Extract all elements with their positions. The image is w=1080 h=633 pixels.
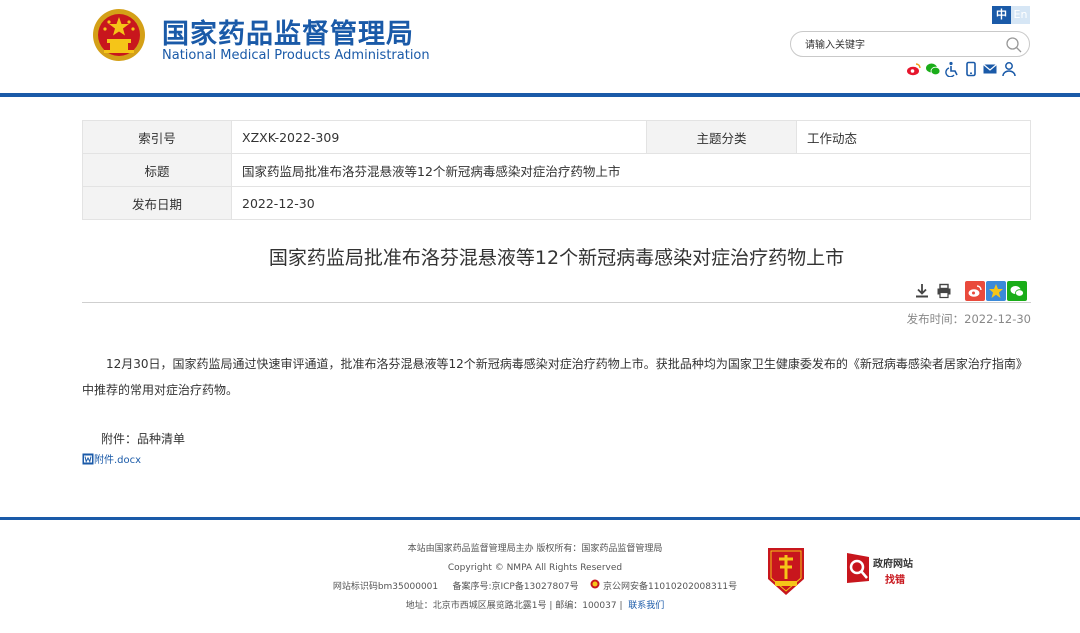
- social-toolbar: [906, 61, 1017, 77]
- wechat-icon[interactable]: [925, 61, 941, 77]
- index-value: XZXK-2022-309: [230, 120, 648, 154]
- user-icon[interactable]: [1001, 61, 1017, 77]
- gov-badge-sub: 找错: [885, 575, 905, 586]
- lang-en-button[interactable]: En: [1011, 6, 1030, 24]
- article-body: 12月30日，国家药监局通过快速审评通道，批准布洛芬混悬液等12个新冠病毒感染对…: [82, 357, 1028, 397]
- header-divider: [0, 93, 1080, 97]
- site-header: 国家药品监督管理局 National Medical Products Admi…: [0, 0, 1080, 93]
- site-title-en[interactable]: National Medical Products Administration: [162, 48, 430, 63]
- gov-badge-title: 政府网站: [873, 559, 913, 570]
- attachment-label: 附件：品种清单: [101, 432, 186, 446]
- national-emblem-icon: [93, 9, 145, 61]
- table-row: 标题 国家药监局批准布洛芬混悬液等12个新冠病毒感染对症治疗药物上市: [82, 153, 1031, 187]
- magnifier-icon: [847, 553, 869, 583]
- footer-address-line: 地址：北京市西城区展览路北露1号 | 邮编：100037 | 联系我们: [300, 597, 770, 616]
- table-row: 索引号 XZXK-2022-309 主题分类 工作动态: [82, 120, 1031, 154]
- share-wechat-icon[interactable]: [1007, 281, 1027, 301]
- topic-value: 工作动态: [796, 120, 1031, 154]
- search-icon[interactable]: [1005, 36, 1023, 54]
- weibo-icon[interactable]: [906, 61, 922, 77]
- date-value: 2022-12-30: [231, 186, 1031, 220]
- gov-site-error-report[interactable]: 政府网站 找错: [845, 551, 925, 589]
- search-input[interactable]: [805, 36, 995, 54]
- topic-label: 主题分类: [646, 120, 798, 154]
- publish-time: 发布时间：2022-12-30: [906, 312, 1031, 326]
- index-label: 索引号: [82, 120, 232, 154]
- footer-divider: [0, 517, 1080, 520]
- lang-zh-button[interactable]: 中: [992, 6, 1011, 24]
- print-icon[interactable]: [935, 282, 953, 300]
- contact-us-link[interactable]: 联系我们: [628, 601, 664, 611]
- footer-icp[interactable]: 备案序号:京ICP备13027807号: [452, 582, 578, 592]
- footer-copyright: Copyright © NMPA All Rights Reserved: [447, 563, 623, 573]
- mail-icon[interactable]: [982, 61, 998, 77]
- article-meta-table: 索引号 XZXK-2022-309 主题分类 工作动态 标题 国家药监局批准布洛…: [82, 120, 1031, 220]
- party-government-badge-icon[interactable]: [765, 545, 807, 597]
- search-box: [790, 31, 1030, 57]
- article-title: 国家药监局批准布洛芬混悬液等12个新冠病毒感染对症治疗药物上市: [268, 247, 845, 269]
- attachment-link[interactable]: 附件.docx: [82, 451, 141, 466]
- download-icon[interactable]: [913, 282, 931, 300]
- article-tools: [913, 281, 1027, 301]
- site-title[interactable]: 国家药品监督管理局: [162, 12, 414, 51]
- share-weibo-icon[interactable]: [965, 281, 985, 301]
- mobile-icon[interactable]: [963, 61, 979, 77]
- title-value: 国家药监局批准布洛芬混悬液等12个新冠病毒感染对症治疗药物上市: [231, 153, 1031, 187]
- footer-site-id: 网站标识码bm35000001: [332, 582, 439, 592]
- word-file-icon: [82, 453, 94, 464]
- language-switch: 中 En: [992, 6, 1030, 24]
- attachment-filename[interactable]: 附件.docx: [94, 451, 141, 466]
- footer-registration: 网站标识码bm35000001 备案序号:京ICP备13027807号 京公网安…: [300, 578, 770, 597]
- footer-address: 地址：北京市西城区展览路北露1号 | 邮编：100037 |: [405, 601, 623, 611]
- title-label: 标题: [82, 153, 232, 187]
- footer-sponsor: 本站由国家药品监督管理局主办 版权所有：国家药品监督管理局: [407, 544, 663, 554]
- footer-police[interactable]: 京公网安备11010202008311号: [603, 582, 737, 592]
- table-row: 发布日期 2022-12-30: [82, 186, 1031, 220]
- accessibility-icon[interactable]: [944, 61, 960, 77]
- date-label: 发布日期: [82, 186, 232, 220]
- share-qzone-icon[interactable]: [986, 281, 1006, 301]
- footer-info: 本站由国家药品监督管理局主办 版权所有：国家药品监督管理局 Copyright …: [300, 540, 770, 616]
- title-divider: [82, 302, 1031, 303]
- police-badge-icon: [590, 579, 600, 589]
